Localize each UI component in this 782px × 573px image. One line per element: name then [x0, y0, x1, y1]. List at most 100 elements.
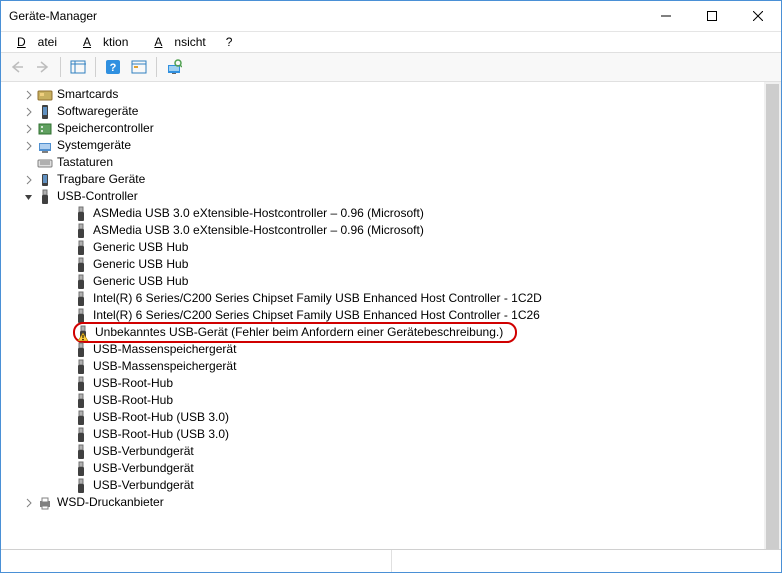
tree-item-label: USB-Root-Hub (USB 3.0)	[93, 409, 235, 426]
forward-button	[31, 55, 55, 79]
tree-device-item[interactable]: USB-Verbundgerät	[25, 460, 781, 477]
usb-icon	[73, 206, 89, 222]
vertical-scrollbar[interactable]	[764, 82, 781, 549]
status-cell	[392, 550, 782, 572]
tree-device-item[interactable]: USB-Root-Hub (USB 3.0)	[25, 426, 781, 443]
tree-item-label: Tastaturen	[57, 154, 119, 171]
scan-hardware-button[interactable]	[162, 55, 186, 79]
tree-item-label: WSD-Druckanbieter	[57, 494, 170, 511]
toolbar-separator	[156, 57, 157, 77]
tree-item-label: Smartcards	[57, 86, 124, 103]
tree-device-item[interactable]: Unbekanntes USB-Gerät (Fehler beim Anfor…	[25, 324, 781, 341]
menu-help[interactable]: ?	[220, 33, 239, 51]
tree-item-label: Systemgeräte	[57, 137, 137, 154]
tree-device-item[interactable]: USB-Verbundgerät	[25, 443, 781, 460]
scrollbar-thumb[interactable]	[766, 84, 779, 549]
chevron-down-icon[interactable]	[21, 192, 37, 202]
tree-item-label: USB-Verbundgerät	[93, 443, 200, 460]
toolbar-separator	[60, 57, 61, 77]
tree-device-item[interactable]: USB-Verbundgerät	[25, 477, 781, 494]
tree-category[interactable]: Systemgeräte	[5, 137, 781, 154]
usb-icon	[37, 189, 53, 205]
system-icon	[37, 138, 53, 154]
usb-warning-icon	[75, 325, 91, 341]
usb-icon	[73, 257, 89, 273]
menu-file[interactable]: Datei	[5, 33, 69, 51]
svg-text:?: ?	[110, 62, 117, 74]
tree-category[interactable]: Smartcards	[5, 86, 781, 103]
tree-device-item[interactable]: Generic USB Hub	[25, 273, 781, 290]
tree-item-label: Generic USB Hub	[93, 256, 194, 273]
card-icon	[37, 87, 53, 103]
device-manager-window: Geräte-Manager Datei Aktion Ansicht ? ? …	[0, 0, 782, 573]
device-tree-pane[interactable]: SmartcardsSoftwaregeräteSpeichercontroll…	[1, 82, 781, 549]
keyboard-icon	[37, 155, 53, 171]
show-hide-tree-button[interactable]	[66, 55, 90, 79]
menu-bar: Datei Aktion Ansicht ?	[1, 32, 781, 52]
chevron-right-icon[interactable]	[21, 498, 37, 508]
tree-item-label: USB-Root-Hub	[93, 392, 179, 409]
window-controls	[643, 1, 781, 31]
chevron-right-icon[interactable]	[21, 141, 37, 151]
device-tree: SmartcardsSoftwaregeräteSpeichercontroll…	[5, 86, 781, 511]
usb-icon	[73, 274, 89, 290]
usb-icon	[73, 478, 89, 494]
tree-device-item[interactable]: USB-Massenspeichergerät	[25, 358, 781, 375]
chevron-right-icon[interactable]	[21, 175, 37, 185]
tree-item-label: Intel(R) 6 Series/C200 Series Chipset Fa…	[93, 290, 548, 307]
back-button	[5, 55, 29, 79]
tree-device-item[interactable]: Intel(R) 6 Series/C200 Series Chipset Fa…	[25, 290, 781, 307]
chevron-right-icon[interactable]	[21, 107, 37, 117]
usb-icon	[73, 376, 89, 392]
tree-category[interactable]: Tastaturen	[5, 154, 781, 171]
status-bar	[1, 549, 781, 572]
tree-item-label: Speichercontroller	[57, 120, 160, 137]
tree-device-item[interactable]: ASMedia USB 3.0 eXtensible-Hostcontrolle…	[25, 222, 781, 239]
status-cell	[1, 550, 392, 572]
usb-icon	[73, 444, 89, 460]
tree-item-label: Unbekanntes USB-Gerät (Fehler beim Anfor…	[95, 324, 509, 341]
usb-icon	[73, 291, 89, 307]
usb-icon	[73, 223, 89, 239]
highlighted-device: Unbekanntes USB-Gerät (Fehler beim Anfor…	[73, 322, 517, 343]
tree-item-label: Softwaregeräte	[57, 103, 144, 120]
tree-device-item[interactable]: USB-Root-Hub (USB 3.0)	[25, 409, 781, 426]
tree-device-item[interactable]: Generic USB Hub	[25, 239, 781, 256]
tree-item-label: ASMedia USB 3.0 eXtensible-Hostcontrolle…	[93, 205, 430, 222]
tree-category[interactable]: Tragbare Geräte	[5, 171, 781, 188]
chevron-right-icon[interactable]	[21, 124, 37, 134]
tree-device-item[interactable]: USB-Root-Hub	[25, 392, 781, 409]
usb-icon	[73, 359, 89, 375]
tree-item-label: Tragbare Geräte	[57, 171, 151, 188]
maximize-button[interactable]	[689, 1, 735, 31]
tree-item-label: USB-Massenspeichergerät	[93, 358, 242, 375]
tree-category[interactable]: Softwaregeräte	[5, 103, 781, 120]
minimize-button[interactable]	[643, 1, 689, 31]
close-button[interactable]	[735, 1, 781, 31]
usb-icon	[73, 240, 89, 256]
toolbar: ?	[1, 52, 781, 82]
tree-device-item[interactable]: USB-Root-Hub	[25, 375, 781, 392]
portable-icon	[37, 172, 53, 188]
tree-category[interactable]: USB-Controller	[5, 188, 781, 205]
storage-icon	[37, 121, 53, 137]
menu-view[interactable]: Ansicht	[142, 33, 217, 51]
chevron-right-icon[interactable]	[21, 90, 37, 100]
tree-item-label: USB-Root-Hub	[93, 375, 179, 392]
help-button[interactable]: ?	[101, 55, 125, 79]
tree-device-item[interactable]: USB-Massenspeichergerät	[25, 341, 781, 358]
printer-icon	[37, 495, 53, 511]
tree-item-label: Generic USB Hub	[93, 273, 194, 290]
window-title: Geräte-Manager	[9, 9, 643, 23]
tree-item-label: USB-Controller	[57, 188, 144, 205]
menu-action[interactable]: Aktion	[71, 33, 140, 51]
tree-device-item[interactable]: ASMedia USB 3.0 eXtensible-Hostcontrolle…	[25, 205, 781, 222]
tree-item-label: ASMedia USB 3.0 eXtensible-Hostcontrolle…	[93, 222, 430, 239]
tree-device-item[interactable]: Generic USB Hub	[25, 256, 781, 273]
usb-icon	[73, 393, 89, 409]
tree-item-label: USB-Massenspeichergerät	[93, 341, 242, 358]
properties-button[interactable]	[127, 55, 151, 79]
tree-category[interactable]: Speichercontroller	[5, 120, 781, 137]
tree-item-label: USB-Root-Hub (USB 3.0)	[93, 426, 235, 443]
tree-category[interactable]: WSD-Druckanbieter	[5, 494, 781, 511]
